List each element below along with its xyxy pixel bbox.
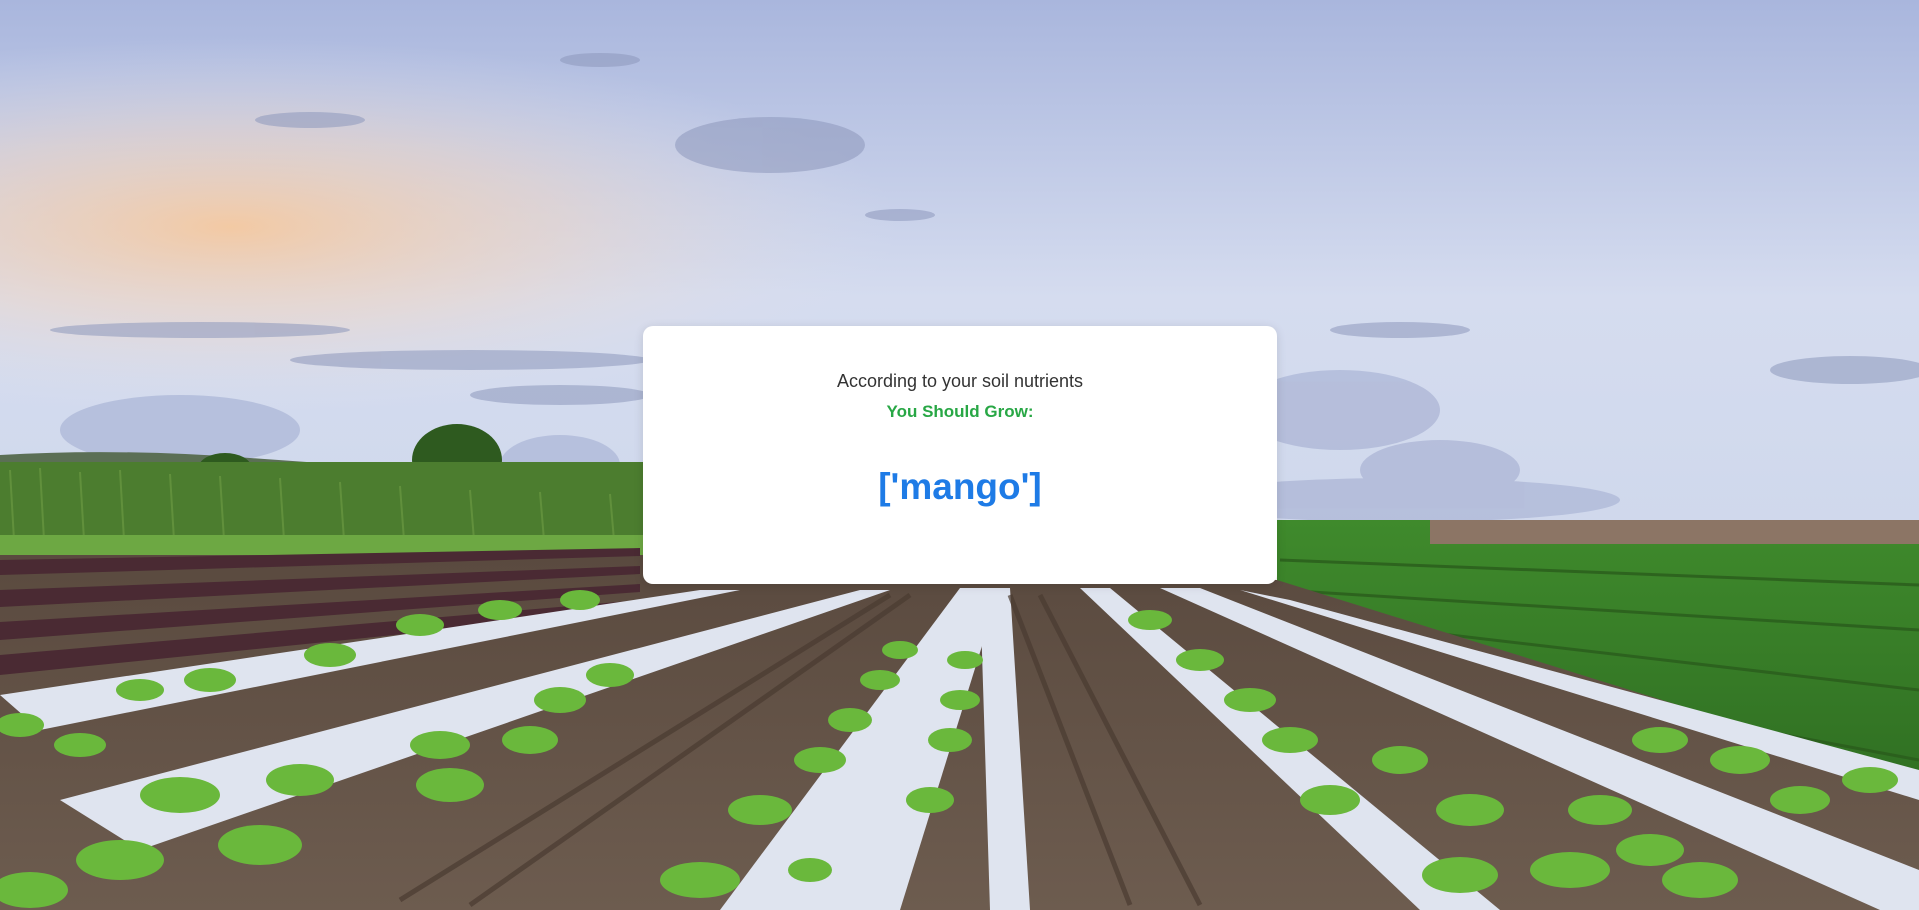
recommended-crop: ['mango'] (878, 466, 1042, 507)
intro-text: According to your soil nutrients (836, 371, 1084, 391)
grow-heading: You Should Grow: (886, 402, 1034, 421)
recommendation-card: According to your soil nutrients You Sho… (643, 326, 1277, 584)
